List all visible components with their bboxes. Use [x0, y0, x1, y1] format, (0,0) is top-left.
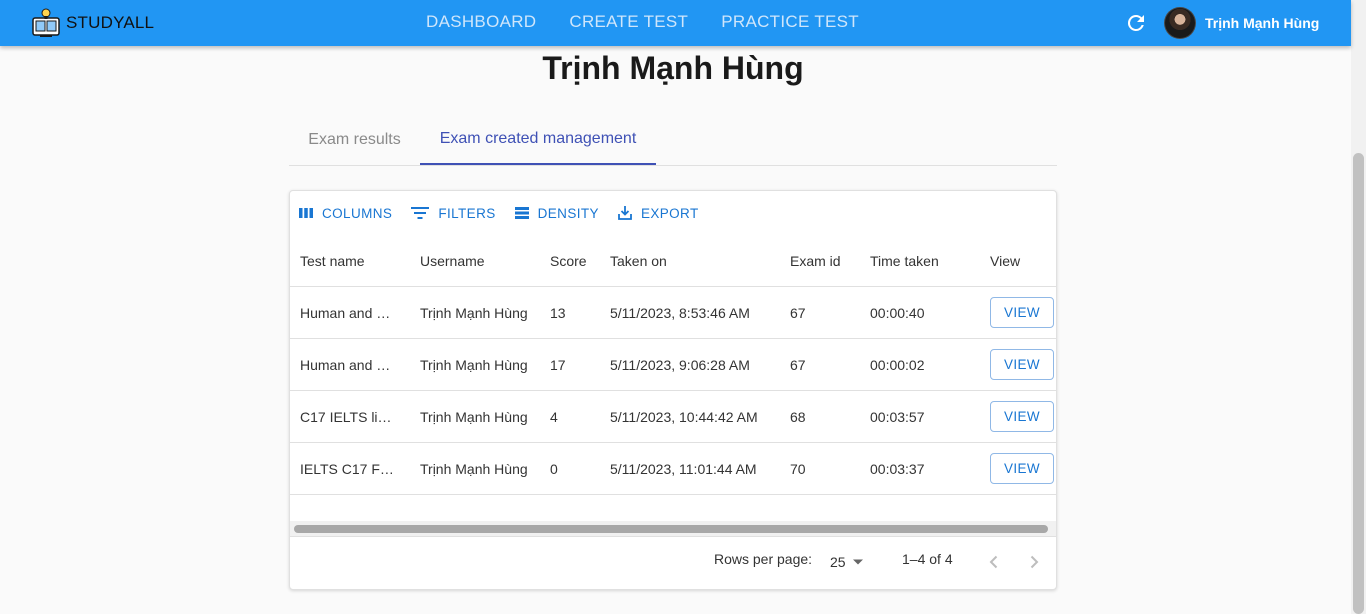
density-button[interactable]: DENSITY — [514, 205, 599, 221]
download-icon — [618, 206, 632, 220]
pagination-footer: Rows per page: 25 1–4 of 4 — [290, 538, 1056, 589]
user-menu[interactable]: Trịnh Mạnh Hùng — [1164, 7, 1319, 39]
cell-score: 4 — [550, 408, 558, 425]
cell-score: 0 — [550, 460, 558, 477]
table-row[interactable]: IELTS C17 F… Trịnh Mạnh Hùng 0 5/11/2023… — [290, 443, 1056, 495]
nav-dashboard[interactable]: DASHBOARD — [426, 12, 536, 32]
page-title: Trịnh Mạnh Hùng — [542, 50, 804, 86]
caret-down-icon — [852, 559, 863, 565]
column-header-taken-on[interactable]: Taken on — [610, 235, 780, 286]
chevron-right-icon[interactable] — [1022, 550, 1046, 574]
cell-time-taken: 00:03:57 — [870, 408, 925, 425]
avatar — [1164, 7, 1196, 39]
horizontal-scrollbar[interactable] — [290, 521, 1056, 537]
density-icon — [514, 207, 529, 219]
cell-time-taken: 00:00:40 — [870, 304, 925, 321]
cell-test-name: Human and … — [300, 304, 391, 321]
column-header-score[interactable]: Score — [550, 235, 600, 286]
columns-button[interactable]: COLUMNS — [298, 205, 392, 221]
view-button[interactable]: VIEW — [990, 297, 1054, 328]
column-header-username[interactable]: Username — [420, 235, 540, 286]
horizontal-scrollbar-thumb[interactable] — [294, 525, 1048, 533]
cell-exam-id: 67 — [790, 356, 806, 373]
cell-test-name: Human and … — [300, 356, 391, 373]
tab-exam-created-management[interactable]: Exam created management — [420, 114, 656, 165]
cell-username: Trịnh Mạnh Hùng — [420, 356, 528, 373]
brand-name: STUDYALL — [66, 13, 155, 32]
cell-score: 17 — [550, 356, 566, 373]
cell-time-taken: 00:00:02 — [870, 356, 925, 373]
table-row[interactable]: Human and … Trịnh Mạnh Hùng 13 5/11/2023… — [290, 287, 1056, 339]
rows-per-page-label: Rows per page: — [714, 551, 813, 567]
view-button[interactable]: VIEW — [990, 349, 1054, 380]
page-scrollbar-thumb[interactable] — [1353, 153, 1364, 614]
cell-taken-on: 5/11/2023, 10:44:42 AM — [610, 408, 758, 425]
pagination-range: 1–4 of 4 — [902, 551, 953, 567]
column-header-time-taken[interactable]: Time taken — [870, 235, 980, 286]
grid-toolbar: COLUMNS FILTERS DENSITY EXPORT — [298, 205, 699, 221]
filters-label: FILTERS — [438, 205, 496, 221]
cell-taken-on: 5/11/2023, 11:01:44 AM — [610, 460, 757, 477]
table-row[interactable]: C17 IELTS li… Trịnh Mạnh Hùng 4 5/11/202… — [290, 391, 1056, 443]
filters-button[interactable]: FILTERS — [410, 205, 495, 221]
cell-exam-id: 67 — [790, 304, 806, 321]
cell-username: Trịnh Mạnh Hùng — [420, 460, 528, 477]
column-header-view[interactable]: View — [990, 235, 1056, 286]
cell-score: 13 — [550, 304, 566, 321]
main-nav: DASHBOARD CREATE TEST PRACTICE TEST — [426, 12, 859, 32]
cell-time-taken: 00:03:37 — [870, 460, 925, 477]
export-button[interactable]: EXPORT — [617, 205, 699, 221]
cell-test-name: C17 IELTS li… — [300, 408, 392, 425]
brand-logo[interactable]: STUDYALL — [30, 6, 154, 40]
view-button[interactable]: VIEW — [990, 453, 1054, 484]
cell-exam-id: 70 — [790, 460, 806, 477]
columns-label: COLUMNS — [322, 205, 393, 221]
cell-taken-on: 5/11/2023, 9:06:28 AM — [610, 356, 750, 373]
logo-icon — [32, 8, 60, 37]
chevron-left-icon[interactable] — [982, 550, 1006, 574]
view-button[interactable]: VIEW — [990, 401, 1054, 432]
column-header-test-name[interactable]: Test name — [300, 235, 400, 286]
cell-taken-on: 5/11/2023, 8:53:46 AM — [610, 304, 750, 321]
columns-icon — [299, 208, 313, 218]
tab-exam-results[interactable]: Exam results — [289, 114, 420, 165]
cell-exam-id: 68 — [790, 408, 806, 425]
user-name: Trịnh Mạnh Hùng — [1205, 15, 1320, 31]
density-label: DENSITY — [537, 205, 599, 221]
rows-per-page-value: 25 — [830, 554, 846, 570]
refresh-icon[interactable] — [1124, 11, 1148, 35]
nav-practice-test[interactable]: PRACTICE TEST — [721, 12, 859, 32]
column-header-exam-id[interactable]: Exam id — [790, 235, 860, 286]
cell-test-name: IELTS C17 F… — [300, 460, 394, 477]
data-grid: COLUMNS FILTERS DENSITY EXPORT Test name… — [289, 190, 1057, 590]
cell-username: Trịnh Mạnh Hùng — [420, 408, 528, 425]
tab-bar: Exam results Exam created management — [289, 114, 1057, 166]
app-bar: STUDYALL DASHBOARD CREATE TEST PRACTICE … — [0, 0, 1351, 46]
nav-create-test[interactable]: CREATE TEST — [569, 12, 688, 32]
export-label: EXPORT — [640, 205, 699, 221]
rows-per-page-select[interactable]: 25 — [830, 554, 864, 570]
cell-username: Trịnh Mạnh Hùng — [420, 304, 528, 321]
filter-icon — [411, 207, 430, 219]
table-header: Test name Username Score Taken on Exam i… — [290, 235, 1056, 287]
table-row[interactable]: Human and … Trịnh Mạnh Hùng 17 5/11/2023… — [290, 339, 1056, 391]
